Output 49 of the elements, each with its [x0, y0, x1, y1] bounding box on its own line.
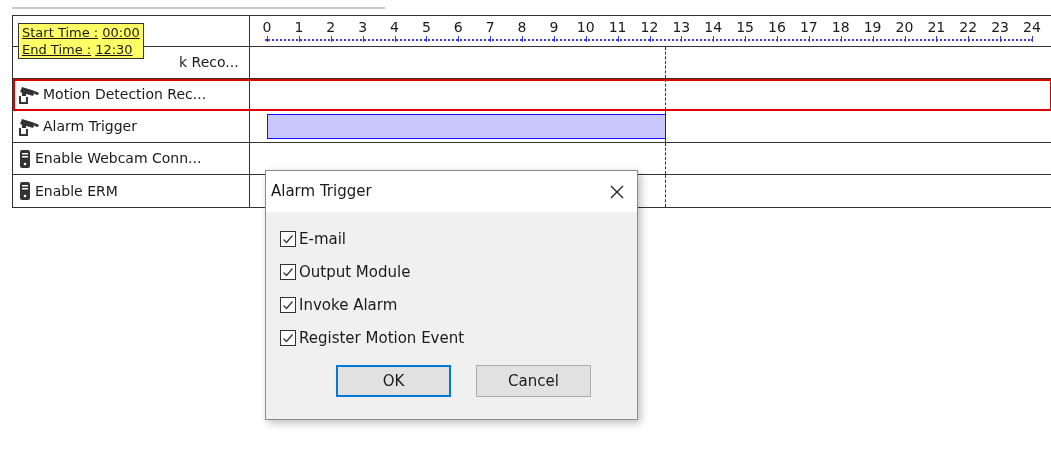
- row-label: Enable Webcam Conn...: [35, 149, 202, 168]
- checkbox-label: Invoke Alarm: [299, 294, 398, 316]
- hour-label: 10: [576, 18, 595, 37]
- row-label: Alarm Trigger: [43, 117, 137, 136]
- server-icon: [17, 181, 33, 201]
- hour-label: 9: [549, 18, 559, 37]
- row-label: Motion Detection Rec...: [43, 85, 207, 104]
- hour-label: 18: [831, 18, 850, 37]
- hour-label: 2: [326, 18, 336, 37]
- hour-label: 24: [1023, 18, 1041, 37]
- cancel-button[interactable]: Cancel: [476, 365, 591, 397]
- dialog-title: Alarm Trigger: [271, 181, 372, 203]
- hour-label: 12: [640, 18, 659, 37]
- hour-label: 8: [517, 18, 527, 37]
- checkbox[interactable]: [280, 264, 296, 280]
- hour-label: 7: [485, 18, 495, 37]
- hour-label: 13: [672, 18, 691, 37]
- schedule-row[interactable]: Motion Detection Rec...: [13, 79, 1051, 111]
- checkbox-label: E-mail: [299, 228, 347, 250]
- checkbox[interactable]: [280, 231, 296, 247]
- hour-label: 15: [736, 18, 755, 37]
- tooltip-time: 00:00: [102, 24, 140, 41]
- hour-label: 23: [991, 18, 1010, 37]
- checkbox[interactable]: [280, 297, 296, 313]
- hour-label: 22: [959, 18, 978, 37]
- checkbox-label: Register Motion Event: [299, 327, 465, 349]
- hour-label: 20: [895, 18, 914, 37]
- ok-button[interactable]: OK: [336, 365, 451, 397]
- schedule-bar[interactable]: [267, 114, 667, 139]
- row-label: Enable ERM: [35, 181, 118, 201]
- row-label: k Reco...: [179, 53, 239, 72]
- hour-label: 17: [799, 18, 818, 37]
- schedule-row[interactable]: Alarm Trigger: [13, 111, 1051, 143]
- hour-label: 3: [358, 18, 368, 37]
- hour-label: 6: [453, 18, 463, 37]
- hour-label: 5: [421, 18, 431, 37]
- hour-label: 0: [262, 18, 272, 37]
- tooltip-label: Start Time :: [22, 24, 99, 41]
- hour-label: 14: [704, 18, 723, 37]
- hour-label: 19: [863, 18, 882, 37]
- hour-label: 16: [768, 18, 786, 37]
- hour-label: 11: [608, 18, 627, 37]
- checkbox[interactable]: [280, 330, 296, 346]
- close-icon[interactable]: [609, 183, 625, 200]
- hour-label: 21: [927, 18, 946, 37]
- hour-label: 4: [390, 18, 399, 37]
- hour-label: 1: [294, 18, 304, 37]
- server-icon: [17, 148, 33, 169]
- checkbox-label: Output Module: [299, 261, 411, 283]
